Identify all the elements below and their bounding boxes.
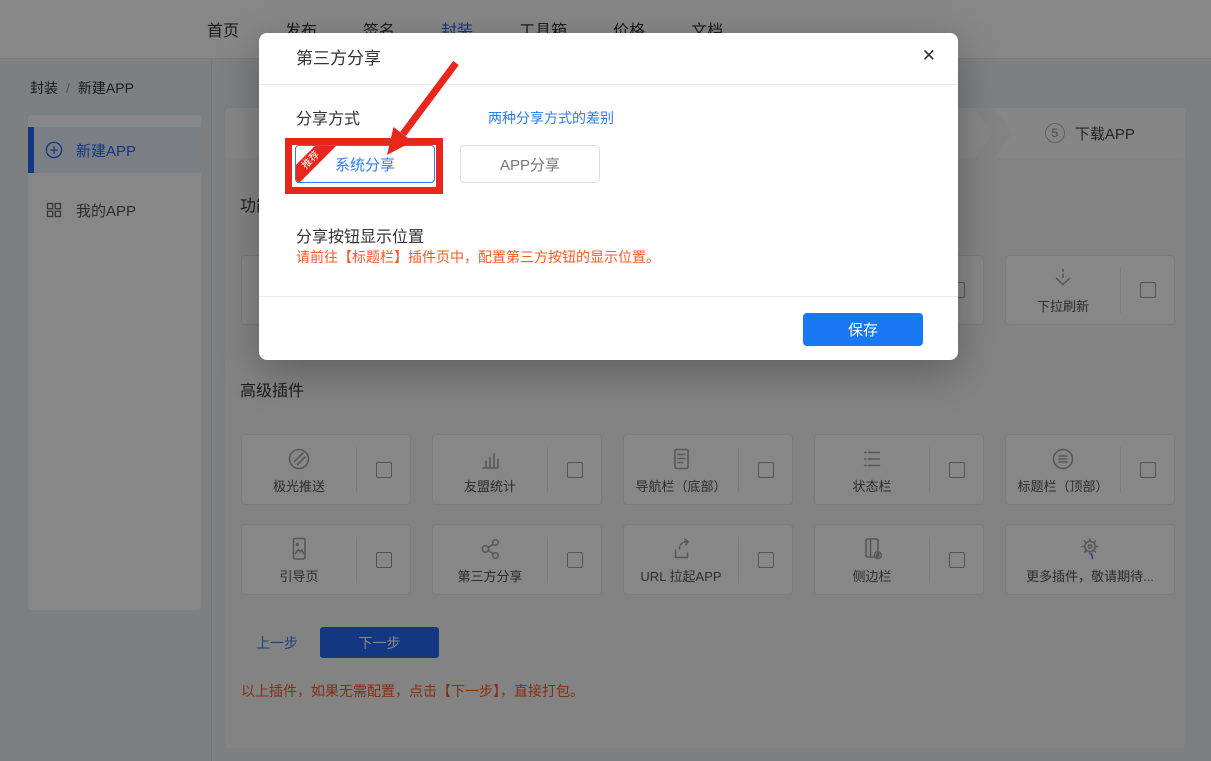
save-button[interactable]: 保存 (803, 313, 923, 346)
app-screen: 首页 发布 签名 封装 工具箱 价格 文档 封装/新建APP 新建APP 我的A… (0, 0, 1211, 761)
app-share-option-button[interactable]: APP分享 (460, 145, 600, 183)
option-label: 系统分享 (335, 157, 395, 174)
share-button-position-label: 分享按钮显示位置 (296, 223, 424, 247)
third-party-share-modal: 第三方分享 ✕ 分享方式 两种分享方式的差别 推荐 系统分享 APP分享 分享按… (259, 33, 958, 360)
option-label: APP分享 (500, 157, 560, 174)
modal-footer-divider (259, 296, 958, 297)
close-icon[interactable]: ✕ (922, 47, 936, 64)
share-method-diff-link[interactable]: 两种分享方式的差别 (488, 108, 614, 128)
modal-header-divider (259, 84, 958, 85)
share-button-position-note: 请前往【标题栏】插件页中，配置第三方按钮的显示位置。 (296, 247, 660, 267)
system-share-option-button[interactable]: 推荐 系统分享 (295, 145, 435, 183)
modal-title: 第三方分享 (296, 33, 381, 84)
share-method-label: 分享方式 (296, 105, 360, 129)
